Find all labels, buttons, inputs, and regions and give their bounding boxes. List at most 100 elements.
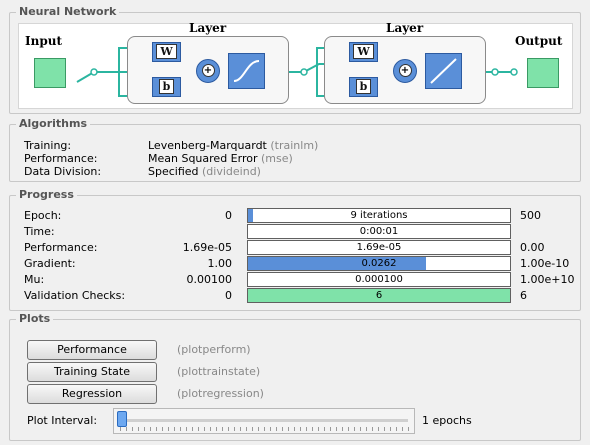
slider-tick xyxy=(384,427,385,431)
slider-thumb[interactable] xyxy=(117,411,127,427)
slider-tick xyxy=(342,427,343,431)
slider-tick xyxy=(306,427,307,431)
progress-bar: 0.0262 xyxy=(247,256,511,271)
slider-tick xyxy=(234,427,235,431)
slider-tick xyxy=(336,427,337,431)
slider-track xyxy=(120,419,408,422)
slider-tick xyxy=(402,427,403,431)
progress-bar-text: 1.69e-05 xyxy=(356,242,402,253)
progress-bar-text: 6 xyxy=(375,290,383,301)
progress-label: Gradient: xyxy=(24,257,76,270)
progress-min: 0 xyxy=(225,209,232,222)
layer-2-weight: W xyxy=(349,42,378,62)
slider-tick xyxy=(126,427,127,431)
progress-row-gradient: Gradient: 1.00 0.0262 1.00e-10 xyxy=(24,256,572,271)
slider-tick xyxy=(174,427,175,431)
progress-bar: 1.69e-05 xyxy=(247,240,511,255)
slider-tick xyxy=(408,427,409,431)
output-label: Output xyxy=(515,34,563,48)
progress-bar-text: 0:00:01 xyxy=(359,226,399,237)
slider-tick xyxy=(216,427,217,431)
plot-performance-button[interactable]: Performance xyxy=(27,340,157,360)
plot-training-state-button[interactable]: Training State xyxy=(27,362,157,382)
slider-tick xyxy=(186,427,187,431)
slider-tick xyxy=(210,427,211,431)
layer-1-weight: W xyxy=(152,42,181,62)
plot-interval-value: 1 epochs xyxy=(422,414,472,427)
slider-tick xyxy=(150,427,151,431)
slider-tick xyxy=(156,427,157,431)
progress-bar: 0.000100 xyxy=(247,272,511,287)
algorithm-key: Training: xyxy=(24,139,72,152)
progress-row-mu: Mu: 0.00100 0.000100 1.00e+10 xyxy=(24,272,575,287)
slider-tick xyxy=(132,427,133,431)
algorithm-fn: (divideind) xyxy=(202,165,261,178)
progress-bar-text: 9 iterations xyxy=(350,210,408,221)
progress-bar-text: 0.000100 xyxy=(355,274,403,285)
slider-tick xyxy=(168,427,169,431)
slider-tick xyxy=(138,427,139,431)
progress-bar: 6 xyxy=(247,288,511,303)
progress-label: Mu: xyxy=(24,273,45,286)
slider-tick xyxy=(180,427,181,431)
algorithm-key: Performance: xyxy=(24,152,98,165)
algorithm-value: Mean Squared Error xyxy=(148,152,258,165)
slider-tick xyxy=(354,427,355,431)
progress-label: Time: xyxy=(24,225,55,238)
algorithms-panel: Algorithms Training: Levenberg-Marquardt… xyxy=(9,117,581,182)
progress-max: 500 xyxy=(520,209,541,222)
plot-regression-button[interactable]: Regression xyxy=(27,384,157,404)
layer-2-sum-icon: + xyxy=(393,59,417,83)
layer-2-bias: b xyxy=(349,77,378,97)
progress-label: Epoch: xyxy=(24,209,62,222)
progress-max: 1.00e+10 xyxy=(520,273,575,286)
plot-regression-fn: (plotregression) xyxy=(177,387,264,400)
slider-tick xyxy=(318,427,319,431)
plot-interval-label: Plot Interval: xyxy=(27,414,98,427)
slider-tick xyxy=(312,427,313,431)
plot-performance-fn: (plotperform) xyxy=(177,343,251,356)
plot-training-state-fn: (plottrainstate) xyxy=(177,365,261,378)
plot-interval-slider[interactable] xyxy=(113,408,415,434)
progress-label: Validation Checks: xyxy=(24,289,126,302)
plots-title: Plots xyxy=(16,312,54,325)
layer-1-block: W b + xyxy=(127,36,289,104)
progress-row-time: Time: 0:00:01 xyxy=(24,224,572,239)
slider-tick xyxy=(192,427,193,431)
slider-tick xyxy=(390,427,391,431)
input-label: Input xyxy=(25,34,62,48)
progress-row-epoch: Epoch: 0 9 iterations 500 xyxy=(24,208,572,223)
progress-row-performance: Performance: 1.69e-05 1.69e-05 0.00 xyxy=(24,240,572,255)
slider-tick xyxy=(120,427,121,431)
slider-tick xyxy=(294,427,295,431)
progress-min: 1.00 xyxy=(207,257,233,270)
slider-tick xyxy=(222,427,223,431)
layer-2-block: W b + xyxy=(324,36,486,104)
linear-transfer-icon xyxy=(425,53,462,89)
progress-bar: 0:00:01 xyxy=(247,224,511,239)
slider-tick xyxy=(204,427,205,431)
slider-tick xyxy=(378,427,379,431)
input-block xyxy=(34,58,66,88)
slider-tick xyxy=(348,427,349,431)
slider-tick xyxy=(228,427,229,431)
progress-bar-text: 0.0262 xyxy=(361,258,397,269)
neural-network-title: Neural Network xyxy=(16,5,120,18)
slider-tick xyxy=(300,427,301,431)
plots-panel: Plots Performance (plotperform) Training… xyxy=(9,312,581,441)
output-block xyxy=(527,58,559,88)
slider-tick xyxy=(246,427,247,431)
slider-tick xyxy=(288,427,289,431)
slider-tick xyxy=(282,427,283,431)
progress-panel: Progress Epoch: 0 9 iterations 500 Time:… xyxy=(9,188,581,311)
progress-min: 1.69e-05 xyxy=(182,241,232,254)
progress-title: Progress xyxy=(16,188,77,201)
progress-bar: 9 iterations xyxy=(247,208,511,223)
slider-tick xyxy=(162,427,163,431)
slider-tick xyxy=(240,427,241,431)
slider-tick xyxy=(270,427,271,431)
slider-tick xyxy=(258,427,259,431)
progress-row-validation: Validation Checks: 0 6 6 xyxy=(24,288,572,303)
slider-tick xyxy=(372,427,373,431)
slider-tick xyxy=(198,427,199,431)
